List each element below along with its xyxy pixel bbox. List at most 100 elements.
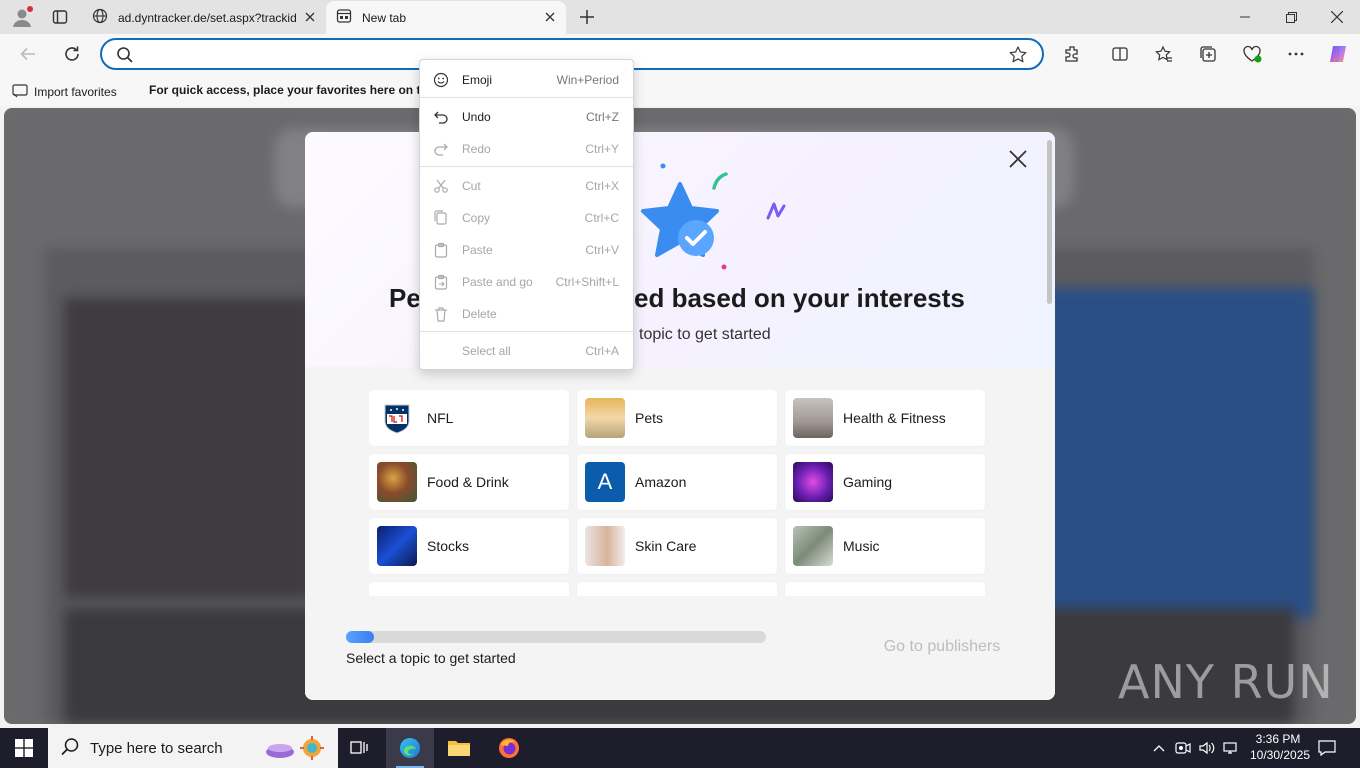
context-menu-item-paste[interactable]: Paste Ctrl+V bbox=[420, 235, 633, 265]
stocks-photo-icon bbox=[377, 526, 417, 566]
context-menu-item-shortcut: Ctrl+C bbox=[584, 211, 619, 225]
topic-card-music[interactable]: Music bbox=[785, 518, 985, 574]
go-to-publishers-button[interactable]: Go to publishers bbox=[867, 629, 1017, 665]
topic-card-partial[interactable] bbox=[785, 582, 985, 596]
context-menu-item-paste-and-go[interactable]: Paste and go Ctrl+Shift+L bbox=[420, 267, 633, 297]
topic-label: Skin Care bbox=[635, 538, 697, 554]
back-arrow-icon[interactable] bbox=[14, 40, 42, 68]
context-menu-item-label: Paste bbox=[462, 243, 493, 257]
collections-icon[interactable] bbox=[1196, 42, 1220, 66]
dialog-close-icon[interactable] bbox=[1005, 146, 1031, 172]
topic-card-gaming[interactable]: Gaming bbox=[785, 454, 985, 510]
undo-icon bbox=[432, 108, 450, 126]
more-options-icon[interactable] bbox=[1284, 42, 1308, 66]
import-icon bbox=[12, 82, 28, 101]
topic-card-partial[interactable] bbox=[369, 582, 569, 596]
task-view-icon[interactable] bbox=[336, 728, 384, 768]
taskbar-search-box[interactable]: Type here to search bbox=[48, 728, 338, 768]
topic-card-amazon[interactable]: A Amazon bbox=[577, 454, 777, 510]
anyrun-watermark: ANY RUN bbox=[1118, 655, 1334, 709]
context-menu-item-select-all[interactable]: Select all Ctrl+A bbox=[420, 336, 633, 366]
feed-card-bg bbox=[64, 298, 314, 598]
browser-essentials-icon[interactable] bbox=[1240, 42, 1264, 66]
context-menu-separator bbox=[420, 166, 633, 167]
file-explorer-icon[interactable] bbox=[435, 728, 483, 768]
split-screen-icon[interactable] bbox=[1108, 42, 1132, 66]
context-menu-item-shortcut: Ctrl+Shift+L bbox=[555, 275, 619, 289]
topic-label: Stocks bbox=[427, 538, 470, 554]
clock-time: 3:36 PM bbox=[1255, 732, 1301, 746]
edge-taskbar-icon[interactable] bbox=[386, 728, 434, 768]
topic-label: Music bbox=[843, 538, 880, 554]
tab-label: ad.dyntracker.de/set.aspx?trackid bbox=[118, 10, 297, 25]
topic-card-stocks[interactable]: Stocks bbox=[369, 518, 569, 574]
windows-taskbar: Type here to search 3:36 PM 10/30/2025 bbox=[0, 728, 1360, 768]
navigation-toolbar bbox=[0, 34, 1360, 74]
notifications-icon[interactable] bbox=[1318, 739, 1336, 757]
emoji-icon bbox=[432, 71, 450, 89]
title-bar: ad.dyntracker.de/set.aspx?trackid New ta… bbox=[0, 0, 1360, 34]
topic-label: Health & Fitness bbox=[843, 410, 946, 426]
gaming-photo-icon bbox=[793, 462, 833, 502]
progress-text: Select a topic to get started bbox=[346, 650, 516, 666]
close-window-icon[interactable] bbox=[1314, 0, 1360, 34]
network-icon[interactable] bbox=[1222, 739, 1240, 757]
context-menu-item-cut[interactable]: Cut Ctrl+X bbox=[420, 171, 633, 201]
topics-grid: NFL Pets Health & Fitness Food & Drink A… bbox=[369, 390, 989, 596]
taskbar-clock[interactable]: 3:36 PM 10/30/2025 bbox=[1250, 731, 1311, 763]
amazon-letter-icon: A bbox=[585, 462, 625, 502]
topic-progress-bar bbox=[346, 631, 766, 643]
food-photo-icon bbox=[377, 462, 417, 502]
weather-card-bg bbox=[1044, 288, 1314, 618]
import-favorites-button[interactable]: Import favorites bbox=[12, 82, 117, 101]
fitness-photo-icon bbox=[793, 398, 833, 438]
tab-label: New tab bbox=[362, 10, 407, 25]
topic-card-food-drink[interactable]: Food & Drink bbox=[369, 454, 569, 510]
context-menu-item-redo[interactable]: Redo Ctrl+Y bbox=[420, 134, 633, 164]
volume-icon[interactable] bbox=[1198, 739, 1216, 757]
paste-go-icon bbox=[432, 273, 450, 291]
new-tab-plus-icon[interactable] bbox=[574, 5, 600, 29]
dialog-scrollbar[interactable] bbox=[1047, 140, 1052, 304]
context-menu-item-label: Undo bbox=[462, 110, 491, 124]
context-menu-item-shortcut: Ctrl+Z bbox=[586, 110, 619, 124]
favorites-icon[interactable] bbox=[1152, 42, 1176, 66]
topic-card-partial[interactable] bbox=[577, 582, 777, 596]
firefox-icon[interactable] bbox=[485, 728, 533, 768]
show-hidden-icons-chevron-icon[interactable] bbox=[1150, 739, 1168, 757]
profile-avatar-icon[interactable] bbox=[10, 5, 34, 29]
topic-card-skin-care[interactable]: Skin Care bbox=[577, 518, 777, 574]
import-favorites-label: Import favorites bbox=[34, 84, 117, 99]
tab-close-icon[interactable] bbox=[302, 9, 318, 25]
context-menu-item-undo[interactable]: Undo Ctrl+Z bbox=[420, 102, 633, 132]
clock-date: 10/30/2025 bbox=[1250, 748, 1311, 762]
context-menu-item-label: Emoji bbox=[462, 73, 493, 87]
context-menu-item-label: Copy bbox=[462, 211, 491, 225]
context-menu-item-copy[interactable]: Copy Ctrl+C bbox=[420, 203, 633, 233]
context-menu-item-shortcut: Ctrl+X bbox=[585, 179, 619, 193]
topic-progress-fill bbox=[346, 631, 375, 643]
context-menu-item-delete[interactable]: Delete bbox=[420, 299, 633, 329]
cut-icon bbox=[432, 177, 450, 195]
tab-new-tab[interactable]: New tab bbox=[326, 1, 566, 34]
tab-actions-icon[interactable] bbox=[48, 5, 72, 29]
search-highlight-icon bbox=[264, 734, 328, 765]
tab-dyntracker[interactable]: ad.dyntracker.de/set.aspx?trackid bbox=[82, 1, 326, 34]
minimize-icon[interactable] bbox=[1222, 0, 1268, 34]
redo-icon bbox=[432, 140, 450, 158]
tab-close-icon[interactable] bbox=[542, 9, 558, 25]
context-menu-item-emoji[interactable]: Emoji Win+Period bbox=[420, 65, 633, 95]
topic-card-nfl[interactable]: NFL bbox=[369, 390, 569, 446]
favorite-star-icon[interactable] bbox=[1008, 45, 1028, 68]
favorites-hint-text: For quick access, place your favorites h… bbox=[149, 83, 419, 97]
restore-icon[interactable] bbox=[1268, 0, 1314, 34]
meet-now-icon[interactable] bbox=[1174, 739, 1192, 757]
topic-card-pets[interactable]: Pets bbox=[577, 390, 777, 446]
extensions-icon[interactable] bbox=[1060, 42, 1084, 66]
topic-card-health-fitness[interactable]: Health & Fitness bbox=[785, 390, 985, 446]
copilot-icon[interactable] bbox=[1326, 42, 1350, 66]
windows-start-icon[interactable] bbox=[0, 728, 48, 768]
refresh-icon[interactable] bbox=[58, 40, 86, 68]
dialog-heading-end: ed based on your interests bbox=[634, 283, 965, 313]
topic-label: Amazon bbox=[635, 474, 687, 490]
